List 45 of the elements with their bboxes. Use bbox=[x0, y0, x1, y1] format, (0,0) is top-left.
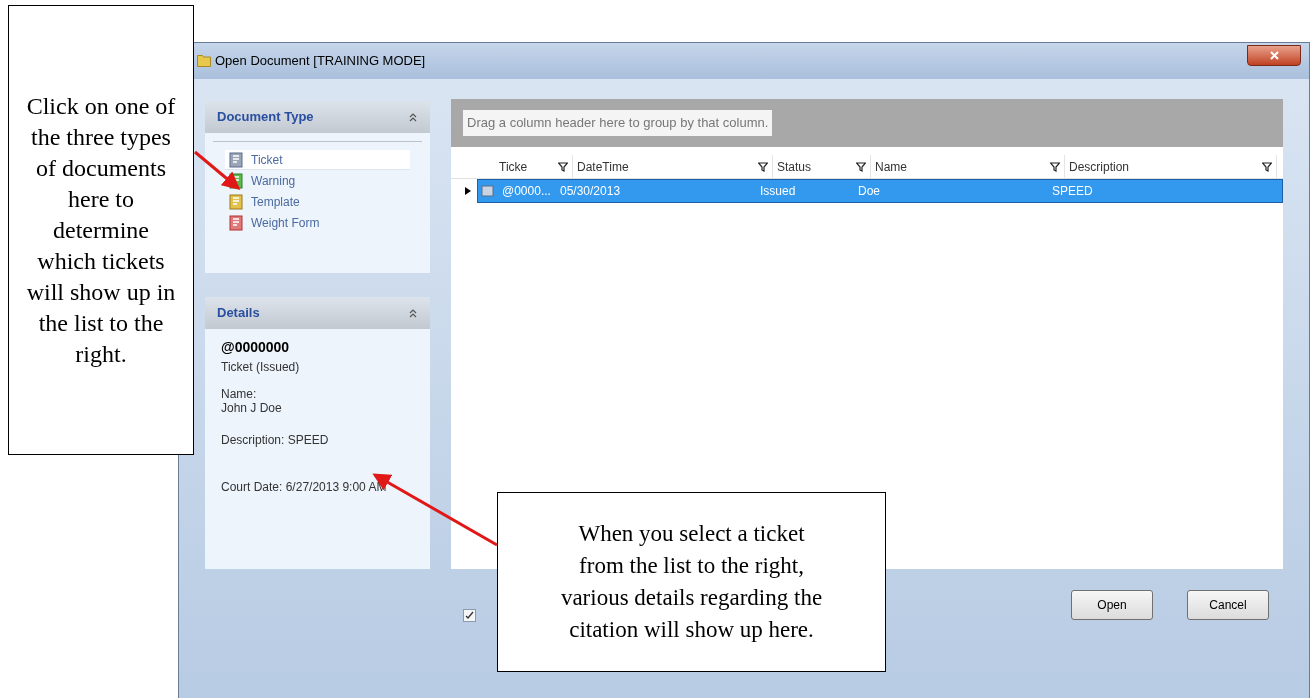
description-text: Description: SPEED bbox=[221, 432, 330, 449]
ticket-icon bbox=[481, 184, 495, 198]
collapse-icon[interactable] bbox=[408, 308, 418, 318]
panel-title: Document Type bbox=[217, 108, 314, 127]
group-by-hint: Drag a column header here to group by that column. bbox=[463, 110, 773, 136]
column-header[interactable]: DateTime bbox=[573, 155, 773, 178]
filter-icon[interactable] bbox=[758, 161, 768, 172]
column-header[interactable]: Ticke bbox=[495, 155, 573, 178]
close-button[interactable] bbox=[1247, 44, 1301, 66]
document-type-item[interactable]: Ticket bbox=[225, 150, 410, 170]
dialog-button[interactable]: Cancel bbox=[1187, 589, 1269, 620]
document-icon bbox=[229, 215, 243, 231]
callout-box: Click on one of the three types of documents here to determine which tickets will show up in the list to the right. bbox=[8, 5, 194, 455]
checkbox[interactable] bbox=[463, 609, 476, 622]
check-icon bbox=[465, 611, 474, 620]
column-header[interactable]: Status bbox=[773, 155, 871, 178]
table-cell-text: Doe bbox=[857, 183, 881, 200]
collapse-icon[interactable] bbox=[408, 112, 418, 122]
table-cell-text: @0000... bbox=[501, 183, 552, 200]
filter-icon[interactable] bbox=[1262, 161, 1272, 172]
ticket-number: @0000000 bbox=[221, 338, 291, 357]
panel-title: Details bbox=[217, 304, 260, 323]
table-cell-text: 05/30/2013 bbox=[559, 183, 622, 200]
column-header[interactable]: Name bbox=[871, 155, 1065, 178]
document-type-item[interactable]: Weight Form bbox=[225, 213, 410, 233]
callout-box: When you select a ticket from the list to the right, various details regarding the citation will show up here. bbox=[497, 492, 886, 672]
dialog-button[interactable]: Open bbox=[1071, 589, 1153, 620]
folder-icon bbox=[197, 55, 211, 67]
filter-icon[interactable] bbox=[558, 161, 568, 172]
window-title: Open Document [TRAINING MODE] bbox=[215, 52, 426, 71]
document-icon bbox=[229, 151, 243, 168]
close-icon bbox=[1269, 50, 1279, 60]
pointer-arrow bbox=[194, 150, 241, 190]
table-cell-text: SPEED bbox=[1051, 183, 1094, 200]
name-label: Name: bbox=[221, 388, 258, 401]
ticket-type: Ticket (Issued) bbox=[221, 359, 301, 376]
filter-icon[interactable] bbox=[1050, 161, 1060, 172]
column-header[interactable]: Description bbox=[1065, 155, 1277, 178]
table-cell-text: Issued bbox=[759, 183, 797, 200]
name-value: John J Doe bbox=[221, 401, 283, 415]
document-type-item[interactable]: Template bbox=[225, 192, 410, 212]
document-icon bbox=[229, 194, 243, 210]
row-pointer-icon bbox=[465, 187, 471, 195]
filter-icon[interactable] bbox=[856, 161, 866, 172]
document-type-item[interactable]: Warning bbox=[225, 171, 410, 191]
